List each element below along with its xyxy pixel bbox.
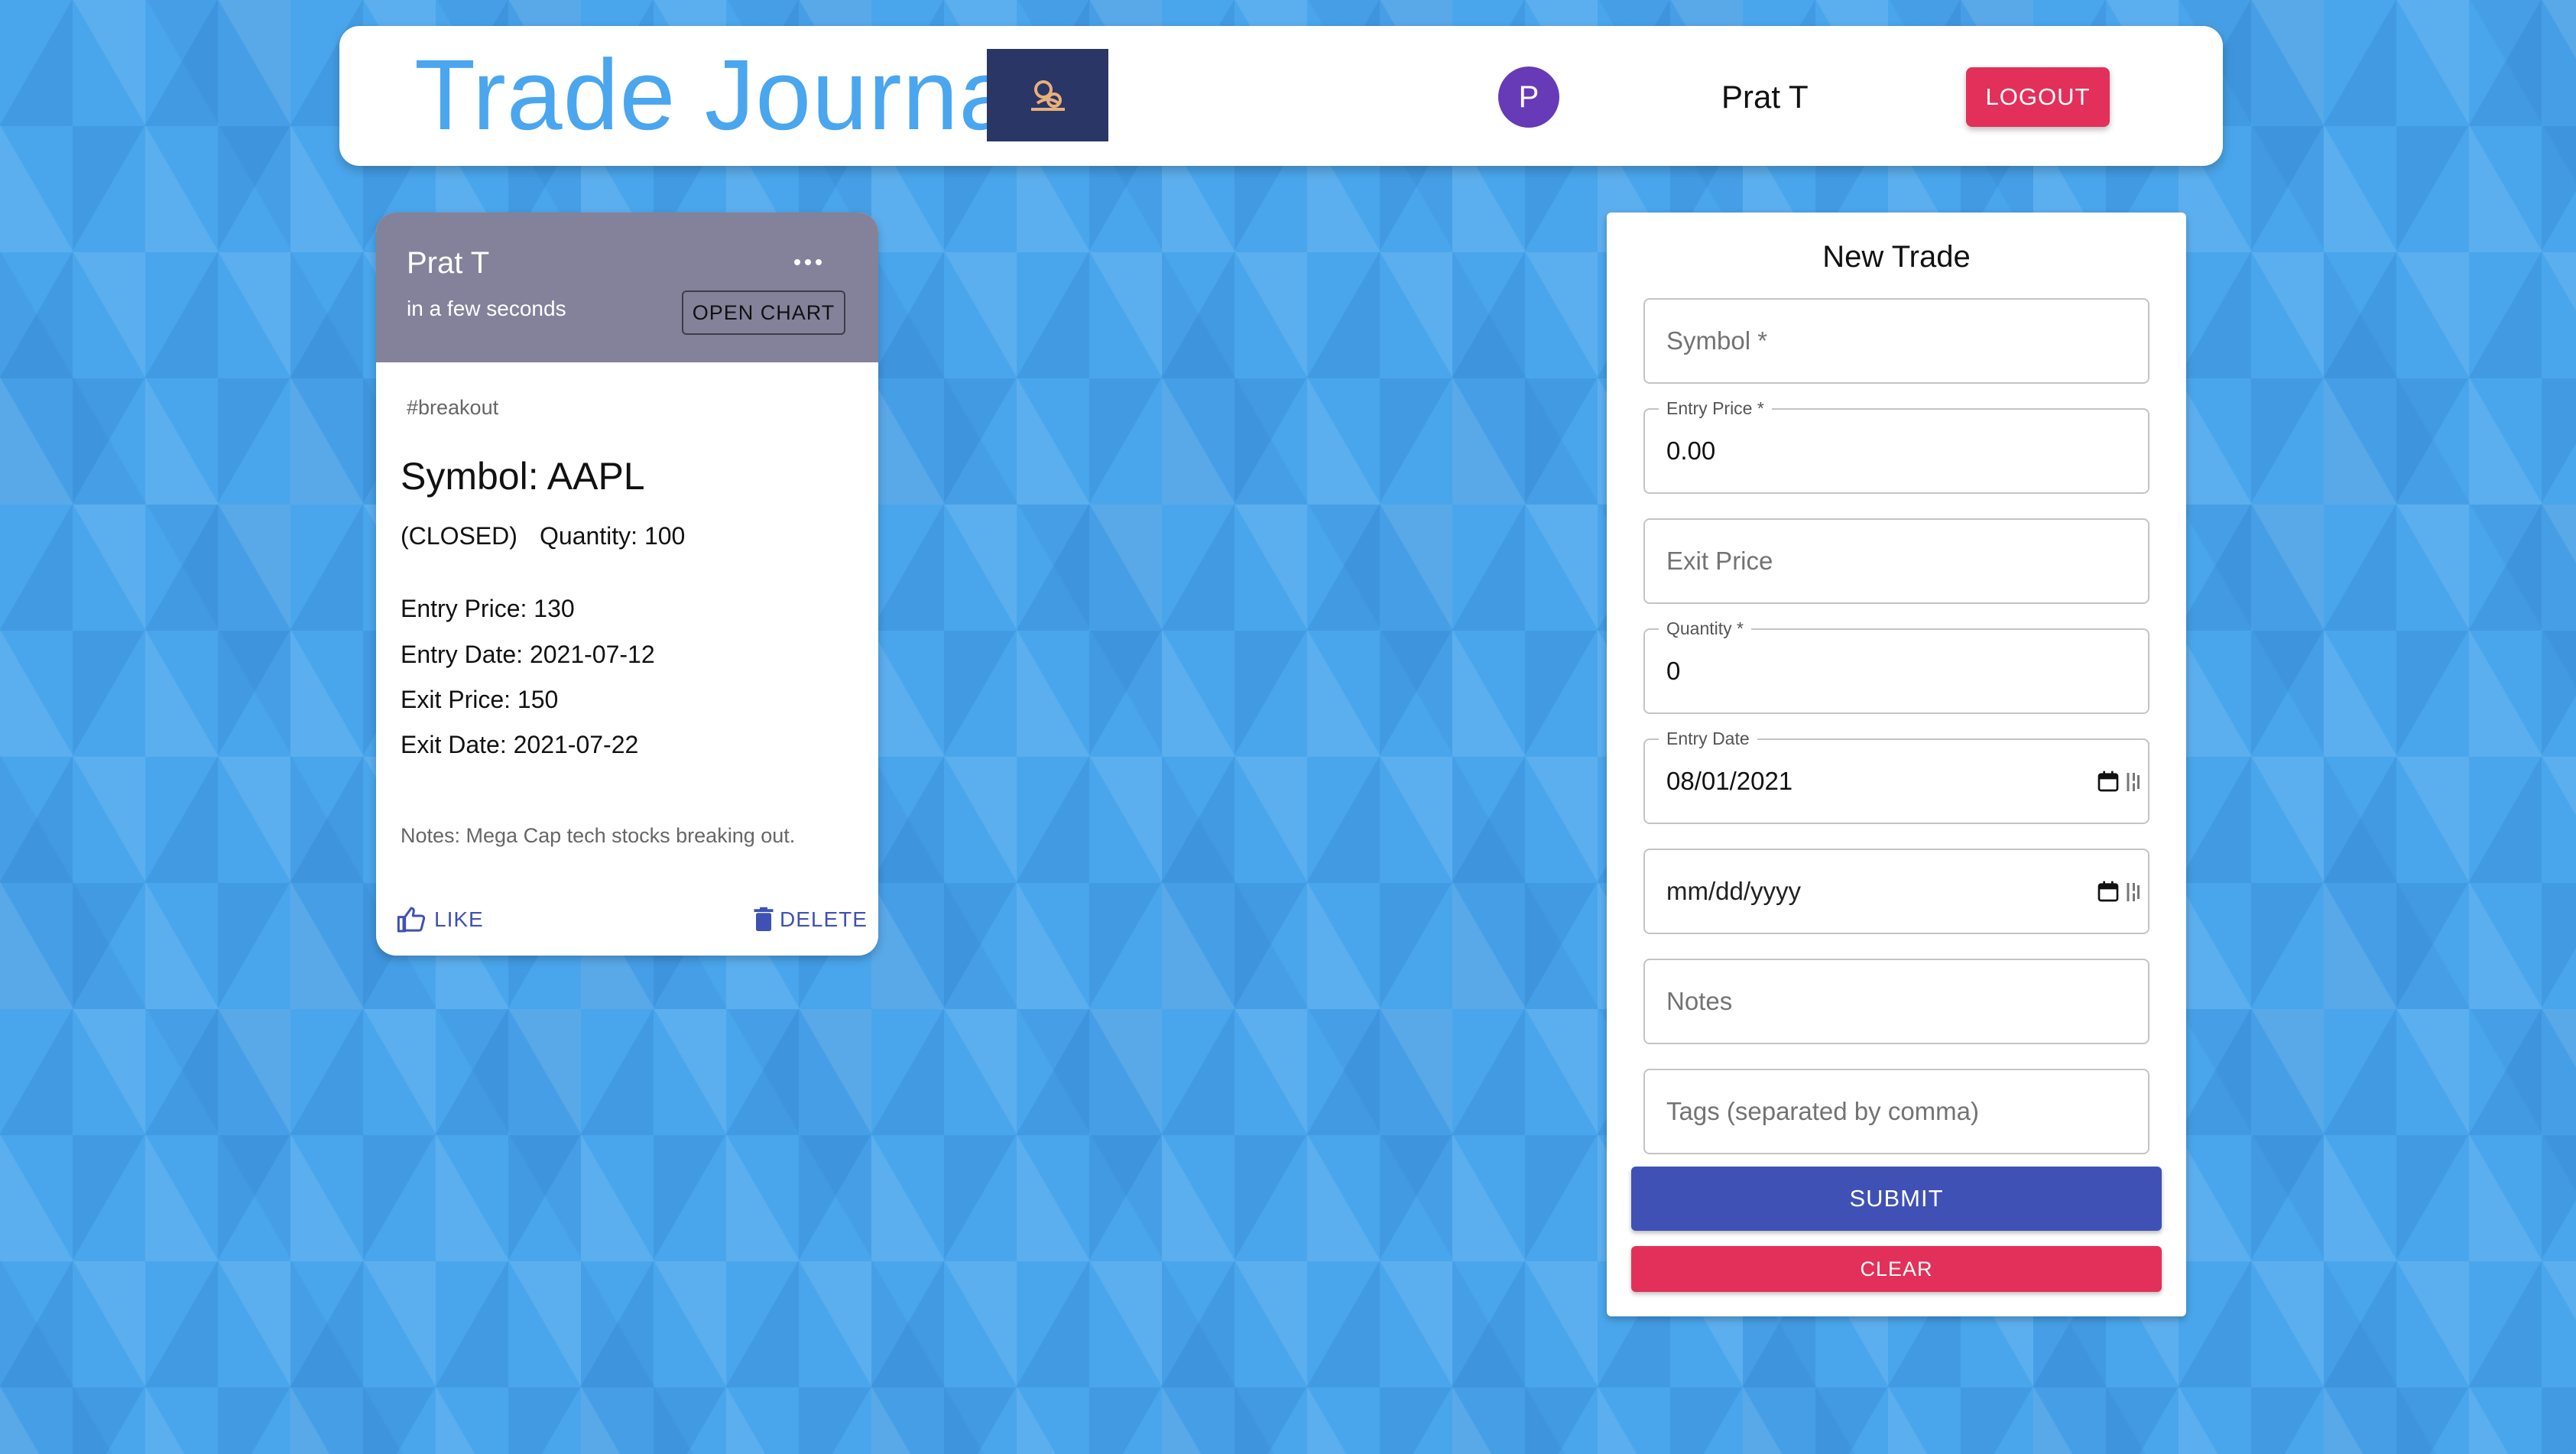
- trade-tag: #breakout: [407, 396, 499, 419]
- quantity-input[interactable]: Quantity * 0: [1643, 618, 2149, 714]
- thumb-up-icon: [397, 907, 426, 933]
- more-options-icon[interactable]: [781, 243, 835, 281]
- quantity-value: 0: [1666, 657, 1681, 685]
- form-title: New Trade: [1822, 240, 1971, 274]
- stepper-icon[interactable]: [2125, 881, 2140, 904]
- trade-card: Prat T in a few seconds OPEN CHART #brea…: [376, 213, 878, 956]
- trade-quantity: Quantity: 100: [540, 522, 686, 550]
- new-trade-form: New Trade Symbol * Entry Price * 0.00 Ex…: [1607, 213, 2186, 1316]
- trade-entry-date: Entry Date: 2021-07-12: [401, 641, 655, 668]
- delete-label: DELETE: [780, 907, 868, 931]
- exit-price-input[interactable]: Exit Price: [1643, 518, 2149, 604]
- trade-card-time: in a few seconds: [407, 297, 566, 320]
- notes-input[interactable]: Notes: [1643, 959, 2149, 1044]
- clear-button[interactable]: CLEAR: [1631, 1246, 2162, 1292]
- exit-date-input[interactable]: mm/dd/yyyy: [1643, 849, 2149, 934]
- avatar[interactable]: P: [1498, 67, 1559, 128]
- user-name: Prat T: [1721, 79, 1809, 115]
- logout-button[interactable]: LOGOUT: [1966, 67, 2110, 127]
- notes-placeholder: Notes: [1666, 987, 1733, 1015]
- trade-card-header: Prat T in a few seconds OPEN CHART: [376, 213, 878, 362]
- tags-input[interactable]: Tags (separated by comma): [1643, 1069, 2149, 1154]
- delete-button[interactable]: DELETE: [752, 901, 868, 939]
- trade-exit-date: Exit Date: 2021-07-22: [401, 731, 639, 758]
- trash-icon: [754, 907, 774, 931]
- open-chart-button[interactable]: OPEN CHART: [682, 290, 845, 335]
- submit-button[interactable]: SUBMIT: [1631, 1167, 2162, 1231]
- trade-notes: Notes: Mega Cap tech stocks breaking out…: [401, 824, 796, 847]
- like-button[interactable]: LIKE: [396, 901, 484, 939]
- app-title: Trade Journal: [414, 38, 1039, 151]
- symbol-placeholder: Symbol *: [1666, 326, 1768, 355]
- like-label: LIKE: [434, 907, 484, 931]
- entry-price-value: 0.00: [1666, 437, 1716, 465]
- tags-placeholder: Tags (separated by comma): [1666, 1097, 1980, 1125]
- trade-symbol: Symbol: AAPL: [401, 455, 645, 498]
- trade-exit-price: Exit Price: 150: [401, 686, 559, 713]
- app-header: Trade Journal P Prat T LOGOUT: [339, 26, 2223, 166]
- trade-status: (CLOSED): [401, 522, 517, 550]
- entry-date-input[interactable]: Entry Date 08/01/2021: [1643, 728, 2149, 824]
- entry-price-input[interactable]: Entry Price * 0.00: [1643, 398, 2149, 494]
- exit-date-value: mm/dd/yyyy: [1666, 877, 1802, 905]
- calendar-icon[interactable]: [2096, 769, 2120, 794]
- trade-card-user: Prat T: [407, 246, 490, 280]
- entry-date-value: 08/01/2021: [1666, 767, 1793, 795]
- trading-logo-icon[interactable]: [987, 49, 1108, 141]
- calendar-icon[interactable]: [2096, 879, 2120, 904]
- symbol-input[interactable]: Symbol *: [1643, 298, 2149, 384]
- exit-price-placeholder: Exit Price: [1666, 547, 1773, 575]
- trade-entry-price: Entry Price: 130: [401, 595, 575, 622]
- stepper-icon[interactable]: [2125, 771, 2140, 794]
